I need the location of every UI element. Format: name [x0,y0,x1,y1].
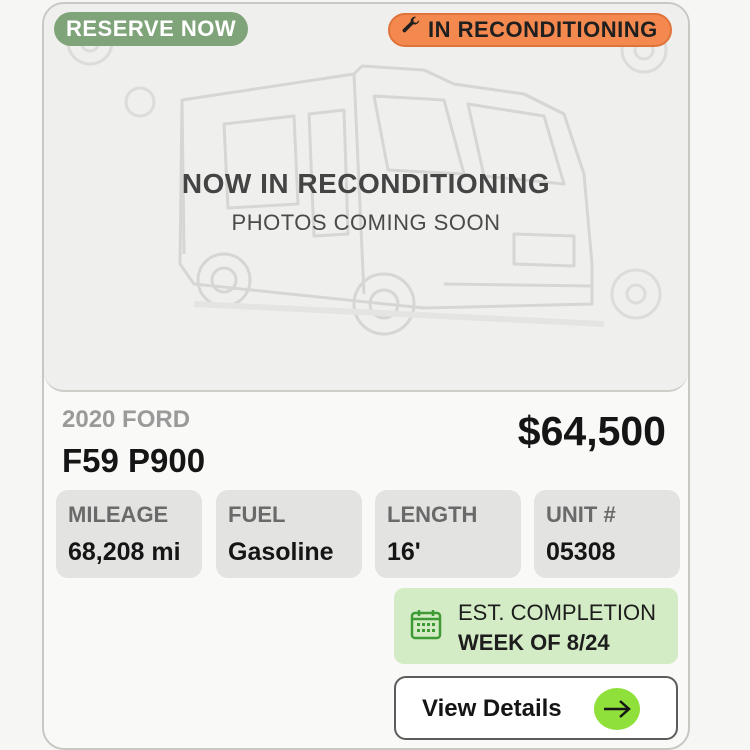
vehicle-price: $64,500 [517,408,666,454]
spec-unit-number: UNIT # 05308 [534,490,680,578]
spec-label: FUEL [228,502,286,527]
vehicle-photo-placeholder: RESERVE NOW IN RECONDITIONING NOW IN REC… [44,4,688,392]
spec-value: 16' [387,538,421,566]
status-badge-label: IN RECONDITIONING [428,17,658,42]
view-details-label: View Details [422,695,562,722]
estimated-completion-box: EST. COMPLETION WEEK OF 8/24 [394,588,678,664]
spec-length: LENGTH 16' [375,490,521,578]
spec-value: Gasoline [228,538,334,566]
spec-label: LENGTH [387,502,478,527]
spec-label: UNIT # [546,502,616,527]
spec-mileage: MILEAGE 68,208 mi [56,490,202,578]
vehicle-year-make: 2020 FORD [62,406,191,433]
completion-label: EST. COMPLETION [458,600,657,625]
spec-value: 68,208 mi [68,538,181,566]
vehicle-card[interactable]: RESERVE NOW IN RECONDITIONING NOW IN REC… [42,2,690,750]
photos-coming-soon-text: PHOTOS COMING SOON [231,210,501,235]
view-details-button[interactable]: View Details [394,676,678,740]
spec-value: 05308 [546,538,616,566]
calendar-icon [410,608,442,645]
completion-value: WEEK OF 8/24 [458,630,610,655]
vehicle-model: F59 P900 [62,442,206,479]
spec-label: MILEAGE [68,502,169,527]
spec-fuel: FUEL Gasoline [216,490,362,578]
reserve-now-label: RESERVE NOW [66,16,237,41]
reconditioning-title: NOW IN RECONDITIONING [181,168,551,199]
reserve-now-badge[interactable]: RESERVE NOW [54,12,249,46]
arrow-right-icon[interactable] [594,688,640,730]
status-badge: IN RECONDITIONING [388,13,672,47]
wrench-icon [400,14,422,44]
